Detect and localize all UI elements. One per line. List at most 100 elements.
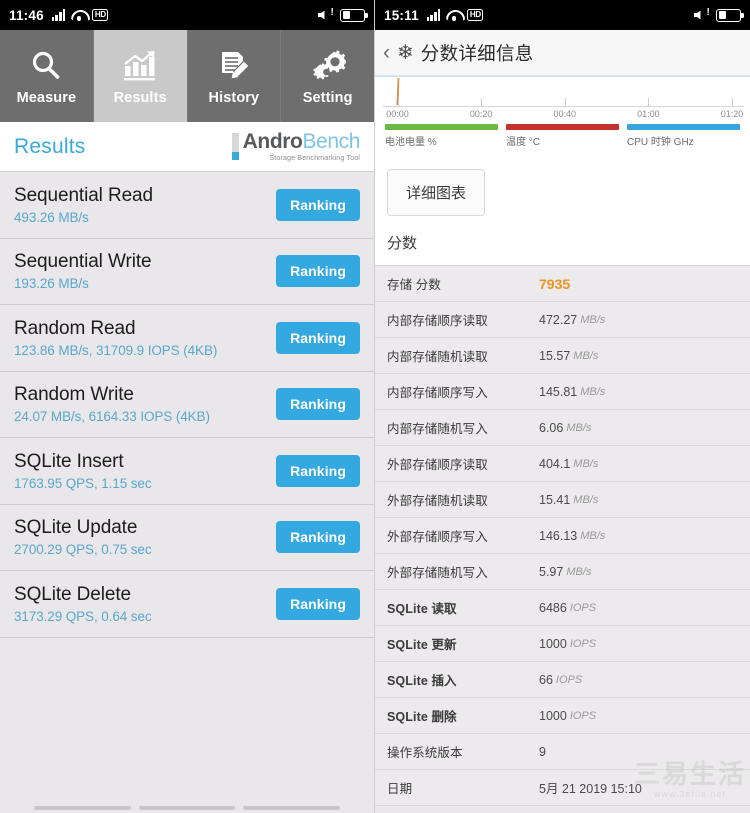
detail-chart-button[interactable]: 详细图表 [387, 169, 485, 216]
results-header: Results AndroBench Storage Benchmarking … [0, 122, 374, 172]
score-unit: MB/s [580, 314, 605, 326]
chart-top-border [375, 76, 750, 77]
right-pane-score-details: 15:11 HD ‹ ❄ 分数详细信息 00:0000:2000:4001:0 [375, 0, 750, 813]
chart-legend: 电池电量 %温度 °CCPU 时钟 GHz [375, 124, 750, 148]
legend-color-swatch [506, 124, 619, 130]
score-label: 外部存储顺序读取 [387, 454, 539, 473]
status-bar-time: 15:11 [384, 8, 419, 23]
chevron-left-icon[interactable]: ‹ [383, 42, 390, 63]
ranking-button[interactable]: Ranking [276, 455, 360, 487]
score-row: 存储 分数7935 [375, 266, 750, 302]
result-value: 24.07 MB/s, 6164.33 IOPS (4KB) [14, 409, 210, 424]
score-label: SQLite 插入 [387, 670, 539, 689]
result-texts: Random Read123.86 MB/s, 31709.9 IOPS (4K… [14, 318, 217, 358]
score-label: SQLite 更新 [387, 634, 539, 653]
score-label: 外部存储顺序写入 [387, 526, 539, 545]
chart-tick [565, 98, 566, 107]
score-unit: IOPS [570, 638, 596, 650]
ranking-button[interactable]: Ranking [276, 521, 360, 553]
result-row: SQLite Update2700.29 QPS, 0.75 secRankin… [0, 505, 374, 572]
ranking-button[interactable]: Ranking [276, 322, 360, 354]
score-label: SQLite 删除 [387, 706, 539, 725]
logo-secondary-text: Bench [302, 130, 360, 153]
chart-tick-label: 00:40 [553, 109, 576, 119]
chart-tick-label: 00:20 [470, 109, 493, 119]
chart-tick [398, 98, 399, 107]
score-row: 外部存储顺序写入146.13MB/s [375, 518, 750, 554]
score-value: 6.06 [539, 421, 563, 435]
score-label: 存储 分数 [387, 274, 539, 293]
ranking-button[interactable]: Ranking [276, 189, 360, 221]
tab-measure[interactable]: Measure [0, 30, 94, 122]
score-label: 外部存储随机写入 [387, 562, 539, 581]
status-bar-time: 11:46 [9, 8, 44, 23]
score-label: 内部存储随机写入 [387, 418, 539, 437]
score-row: 内部存储随机读取15.57MB/s [375, 338, 750, 374]
battery-icon [340, 9, 365, 22]
score-label: SQLite 读取 [387, 598, 539, 617]
score-row: SQLite 读取6486IOPS [375, 590, 750, 626]
score-label: 内部存储顺序写入 [387, 382, 539, 401]
score-detail-title-bar: ‹ ❄ 分数详细信息 [375, 30, 750, 76]
ranking-button[interactable]: Ranking [276, 388, 360, 420]
score-unit: MB/s [580, 530, 605, 542]
battery-icon [716, 9, 741, 22]
magnifier-icon [29, 46, 63, 86]
score-value: 7935 [539, 276, 570, 292]
score-unit: MB/s [566, 566, 591, 578]
score-value: 6486 [539, 601, 567, 615]
legend-label: 温度 °C [506, 133, 619, 148]
score-value: 145.81 [539, 385, 577, 399]
score-unit: MB/s [573, 494, 598, 506]
wifi-icon [446, 9, 461, 21]
score-value: 404.1 [539, 457, 570, 471]
legend-item: 温度 °C [506, 124, 619, 148]
score-value: 5月 21 2019 15:10 [539, 778, 642, 797]
score-section-title: 分数 [375, 226, 750, 266]
result-name: Random Write [14, 384, 210, 406]
volte-alert-icon [318, 9, 334, 22]
chart-x-axis [383, 106, 744, 107]
score-unit: MB/s [573, 350, 598, 362]
tab-results[interactable]: Results [94, 30, 188, 122]
status-bar-right-icons [318, 9, 365, 22]
chart-tick-label: 01:00 [637, 109, 660, 119]
score-value: 66 [539, 673, 553, 687]
wifi-icon [71, 9, 86, 21]
logo-tagline: Storage Benchmarking Tool [243, 154, 360, 161]
nav-recents-hint[interactable] [243, 806, 340, 810]
result-value: 2700.29 QPS, 0.75 sec [14, 542, 152, 557]
result-row: Random Read123.86 MB/s, 31709.9 IOPS (4K… [0, 305, 374, 372]
tab-history[interactable]: History [188, 30, 282, 122]
nav-back-hint[interactable] [34, 806, 131, 810]
left-pane-androbench-results: 11:46 HD Measure [0, 0, 375, 813]
system-navigation-bar[interactable] [0, 802, 374, 813]
ranking-button[interactable]: Ranking [276, 588, 360, 620]
score-table: 存储 分数7935内部存储顺序读取472.27MB/s内部存储随机读取15.57… [375, 266, 750, 806]
score-row: 操作系统版本9 [375, 734, 750, 770]
legend-item: CPU 时钟 GHz [627, 124, 740, 148]
score-unit: MB/s [566, 422, 591, 434]
status-bar-left-icons: HD [427, 9, 484, 22]
detail-chart-button-wrap: 详细图表 [375, 155, 750, 226]
tab-setting[interactable]: Setting [281, 30, 374, 122]
score-row: 外部存储顺序读取404.1MB/s [375, 446, 750, 482]
hd-icon: HD [92, 9, 108, 22]
legend-color-swatch [627, 124, 740, 130]
ranking-button[interactable]: Ranking [276, 255, 360, 287]
page-title: Results [14, 135, 85, 159]
status-bar-left-icons: HD [52, 9, 109, 22]
score-row: 内部存储顺序读取472.27MB/s [375, 302, 750, 338]
score-label: 日期 [387, 778, 539, 797]
result-texts: Sequential Read493.26 MB/s [14, 185, 153, 225]
result-texts: SQLite Insert1763.95 QPS, 1.15 sec [14, 451, 152, 491]
signal-icon [427, 9, 440, 21]
nav-home-hint[interactable] [139, 806, 236, 810]
score-detail-title: 分数详细信息 [421, 40, 534, 66]
result-value: 1763.95 QPS, 1.15 sec [14, 476, 152, 491]
score-value: 5.97 [539, 565, 563, 579]
score-value: 15.57 [539, 349, 570, 363]
signal-icon [52, 9, 65, 21]
chart-tick [481, 98, 482, 107]
result-name: Random Read [14, 318, 217, 340]
